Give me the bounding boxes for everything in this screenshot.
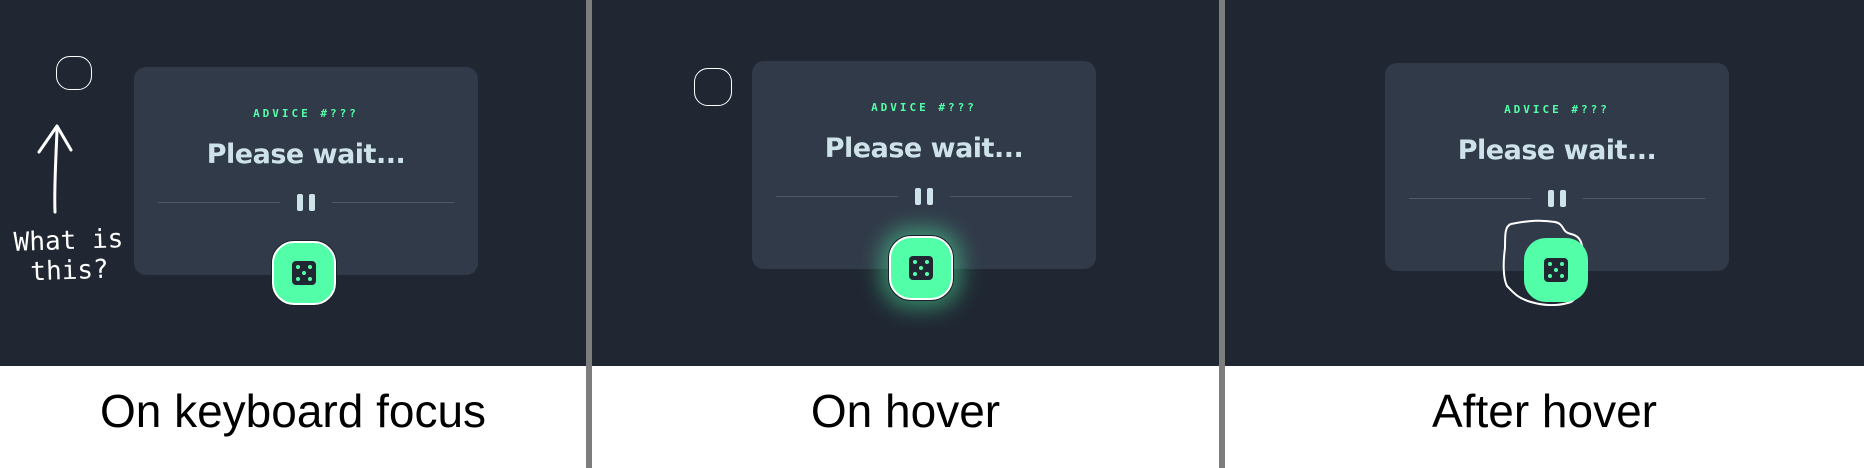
panel-keyboard-focus: What is this? ADVICE #??? Please wait...…: [0, 0, 586, 468]
annotation-text: What is this?: [13, 224, 124, 288]
caption-keyboard-focus: On keyboard focus: [99, 385, 487, 437]
divider-line-left: [1409, 198, 1531, 199]
advice-text: Please wait...: [824, 133, 1024, 164]
pause-icon: [913, 188, 935, 205]
caption-after-hover: After hover: [1432, 385, 1657, 437]
dice-button[interactable]: [272, 241, 336, 305]
advice-label: ADVICE #???: [253, 107, 359, 120]
pause-icon: [295, 194, 317, 211]
arrow-up-icon: [37, 124, 73, 214]
scene-hover: ADVICE #??? Please wait...: [592, 0, 1219, 366]
dice-button[interactable]: [1524, 238, 1588, 302]
dice-button[interactable]: [889, 236, 953, 300]
dice-icon: [1544, 258, 1568, 282]
caption-hover: On hover: [810, 385, 1001, 437]
divider-line-right: [950, 196, 1072, 197]
advice-label: ADVICE #???: [1504, 103, 1610, 116]
dice-icon: [909, 256, 933, 280]
advice-text: Please wait...: [206, 139, 406, 170]
panel-after-hover: ADVICE #??? Please wait... After hover: [1225, 0, 1864, 468]
divider-line-left: [776, 196, 898, 197]
advice-label: ADVICE #???: [871, 101, 977, 114]
panel-hover: ADVICE #??? Please wait... On hover: [592, 0, 1219, 468]
stray-focus-ring: [694, 68, 732, 106]
scene-after-hover: ADVICE #??? Please wait...: [1225, 0, 1864, 366]
stray-focus-ring: [56, 56, 92, 90]
pause-icon: [1546, 190, 1568, 207]
advice-text: Please wait...: [1457, 135, 1657, 166]
scene-keyboard-focus: What is this? ADVICE #??? Please wait...: [0, 0, 586, 366]
divider-line-right: [1583, 198, 1705, 199]
dice-icon: [292, 261, 316, 285]
divider-line-left: [158, 202, 280, 203]
divider-line-right: [332, 202, 454, 203]
